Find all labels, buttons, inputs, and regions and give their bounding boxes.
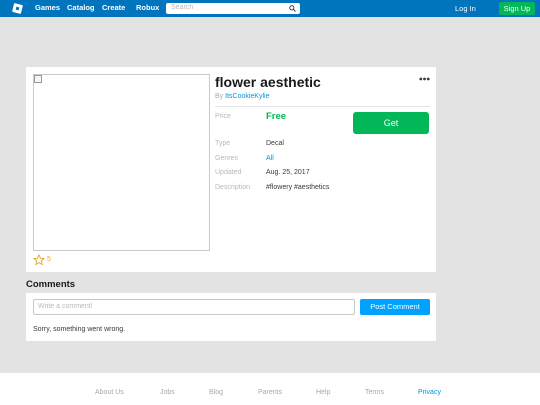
get-button[interactable]: Get xyxy=(353,112,429,134)
description-label: Description xyxy=(215,184,251,191)
price-label: Price xyxy=(215,113,231,120)
signup-button[interactable]: Sign Up xyxy=(499,2,535,15)
creator-prefix: By xyxy=(215,93,224,100)
star-icon[interactable] xyxy=(33,254,45,266)
search-input[interactable]: Search xyxy=(166,3,300,14)
comment-input[interactable]: Write a comment! xyxy=(33,299,355,315)
creator-link[interactable]: ItsCookieKylie xyxy=(225,93,269,100)
post-comment-button[interactable]: Post Comment xyxy=(360,299,430,315)
footer: About Us Jobs Blog Parents Help Terms Pr… xyxy=(0,373,540,405)
footer-link-terms[interactable]: Terms xyxy=(365,389,384,396)
favorite-count: 5 xyxy=(47,256,51,263)
item-thumbnail xyxy=(33,74,210,251)
search-placeholder: Search xyxy=(171,4,194,11)
title-divider xyxy=(215,106,430,107)
login-link[interactable]: Log In xyxy=(455,4,476,13)
nav-link-catalog[interactable]: Catalog xyxy=(67,3,95,12)
type-value: Decal xyxy=(266,140,284,147)
genres-link[interactable]: All xyxy=(266,155,274,162)
more-options-icon[interactable] xyxy=(419,77,430,81)
price-value: Free xyxy=(266,111,287,122)
genres-label: Genres xyxy=(215,155,238,162)
updated-value: Aug. 25, 2017 xyxy=(266,169,310,176)
comments-panel: Write a comment! Post Comment Sorry, som… xyxy=(26,293,436,341)
roblox-logo-icon[interactable] xyxy=(12,3,23,14)
search-icon[interactable] xyxy=(289,5,296,12)
nav-link-games[interactable]: Games xyxy=(35,3,60,12)
description-value: #flowery #aesthetics xyxy=(266,184,330,191)
footer-link-privacy[interactable]: Privacy xyxy=(418,389,441,396)
footer-link-blog[interactable]: Blog xyxy=(209,389,223,396)
item-details-card: 5 flower aesthetic By ItsCookieKylie Pri… xyxy=(26,67,436,272)
item-creator: By ItsCookieKylie xyxy=(215,93,269,100)
updated-label: Updated xyxy=(215,169,242,176)
broken-image-icon xyxy=(34,75,42,83)
comments-heading: Comments xyxy=(26,279,76,290)
comments-error-message: Sorry, something went wrong. xyxy=(33,326,126,333)
type-label: Type xyxy=(215,140,231,147)
footer-link-help[interactable]: Help xyxy=(316,389,330,396)
top-nav-bar: Games Catalog Create Robux Search Log In… xyxy=(0,0,540,17)
item-title: flower aesthetic xyxy=(215,74,321,90)
nav-link-robux[interactable]: Robux xyxy=(136,3,159,12)
footer-link-parents[interactable]: Parents xyxy=(258,389,282,396)
footer-link-jobs[interactable]: Jobs xyxy=(160,389,175,396)
nav-link-create[interactable]: Create xyxy=(102,3,125,12)
footer-link-about-us[interactable]: About Us xyxy=(95,389,124,396)
